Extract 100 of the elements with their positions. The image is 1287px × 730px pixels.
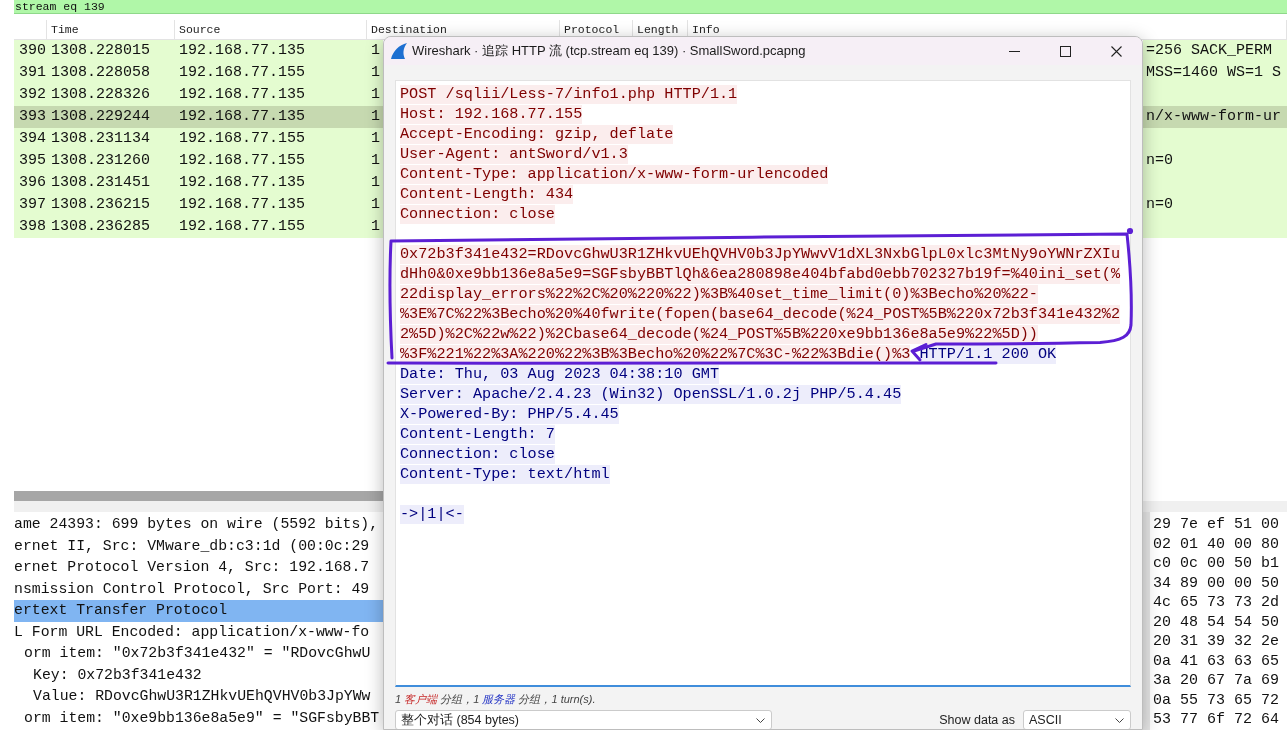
request-text: Accept-Encoding: gzip, deflate (400, 125, 674, 144)
request-text: 22display_errors%22%2C%20%220%22)%3B%40set_time_limit(0)%3Becho%20%22- (400, 285, 1038, 304)
packet-info: n=0 (1146, 194, 1173, 215)
hex-bytes: 02 01 40 00 80 (1153, 535, 1280, 553)
hex-bytes: 53 77 6f 72 64 (1153, 711, 1280, 728)
packet-number: 390 (19, 40, 46, 61)
destination-address: 1 (371, 195, 380, 213)
packet-info: =256 SACK_PERM (1146, 40, 1273, 61)
packet-time: 1308.228058 (51, 63, 151, 81)
request-text: %3E%7C%22%3Becho%20%40fwrite(fopen(base64_decode(%24_POST%5B%220x72b3f341e432%2 (400, 305, 1120, 324)
pane-splitter[interactable] (1143, 512, 1150, 730)
packet-row[interactable] (1143, 216, 1287, 238)
packet-row[interactable]: 395 1308.231260 192.168.77.155 1 (14, 150, 383, 172)
hex-bytes: c0 0c 00 50 b1 (1153, 555, 1280, 572)
packet-time: 1308.228015 (51, 41, 151, 59)
hex-bytes: 20 48 54 54 50 (1153, 613, 1280, 631)
packet-row[interactable]: 394 1308.231134 192.168.77.155 1 (14, 128, 383, 150)
response-text: ->|1|<- (400, 505, 464, 524)
show-data-as-label: Show data as (939, 711, 1015, 729)
packet-time: 1308.231134 (51, 129, 151, 147)
packet-row[interactable]: 393 1308.229244 192.168.77.135 1 (14, 106, 383, 128)
request-text: User-Agent: antSword/v1.3 (400, 145, 628, 164)
packet-row[interactable]: 391 1308.228058 192.168.77.155 1 (14, 62, 383, 84)
hex-bytes: 34 89 00 00 50 (1153, 574, 1280, 592)
packet-row[interactable]: 392 1308.228326 192.168.77.135 1 (14, 84, 383, 106)
hex-bytes: 0a 41 63 63 65 (1153, 652, 1280, 670)
packet-row[interactable]: =256 SACK_PERM (1143, 40, 1287, 62)
destination-address: 1 (371, 151, 380, 169)
packet-row[interactable]: n=0 (1143, 150, 1287, 172)
packet-row[interactable]: 396 1308.231451 192.168.77.135 1 (14, 172, 383, 194)
source-address: 192.168.77.135 (179, 107, 306, 125)
response-text: Content-Type: text/html (400, 465, 610, 484)
column-header[interactable]: Destination (371, 23, 447, 36)
packet-row[interactable] (1143, 128, 1287, 150)
response-text: Date: Thu, 03 Aug 2023 04:38:10 GMT (400, 365, 719, 384)
hex-bytes: 3a 20 67 7a 69 (1153, 672, 1280, 689)
source-address: 192.168.77.135 (179, 195, 306, 213)
tree-item[interactable]: ertext Transfer Protocol (14, 600, 383, 622)
column-header[interactable]: Info (692, 23, 720, 36)
packet-time: 1308.231451 (51, 173, 151, 191)
horizontal-scrollbar[interactable] (14, 490, 383, 501)
response-text: Server: Apache/2.4.23 (Win32) OpenSSL/1.0.2j PHP/5.4.45 (400, 385, 902, 404)
hex-bytes: 4c 65 73 73 2d (1153, 594, 1280, 611)
close-icon (1111, 45, 1122, 57)
request-text: 0x72b3f341e432=RDovcGhwU3R1ZHkvUEhQVHV0b3JpYWwvV1dXL3NxbGlpL0xlc3MtNy9oYWNrZXIu (400, 245, 1120, 264)
source-address: 192.168.77.155 (179, 129, 306, 147)
caret-icon (756, 717, 765, 723)
request-text: 2%5D)%2C%22w%22)%2Cbase64_decode(%24_POST%5B%220xe9bb136e8a5e9%22%5D)) (400, 325, 1038, 344)
maximize-icon (1060, 45, 1071, 57)
request-text: POST /sqlii/Less-7/info1.php HTTP/1.1 (400, 85, 738, 104)
packet-time: 1308.236215 (51, 195, 151, 213)
packet-row[interactable]: 390 1308.228015 192.168.77.135 1 (14, 40, 383, 62)
column-header[interactable]: Protocol (564, 23, 620, 36)
conversation-dropdown[interactable]: 整个对话 (854 bytes) (395, 710, 772, 729)
destination-address: 1 (371, 129, 380, 147)
hex-bytes: 0a 55 73 65 72 (1153, 691, 1280, 709)
packet-time: 1308.236285 (51, 217, 151, 235)
destination-address: 1 (371, 217, 380, 235)
request-text: Connection: close (400, 205, 555, 224)
packet-number: 397 (19, 194, 46, 215)
source-address: 192.168.77.155 (179, 151, 306, 169)
column-header[interactable]: Length (637, 23, 679, 36)
source-address: 192.168.77.135 (179, 173, 306, 191)
response-text: Content-Length: 7 (400, 425, 555, 444)
minimize-icon (1009, 50, 1020, 52)
column-header[interactable]: Source (179, 23, 221, 36)
hex-bytes: 20 31 39 32 2e (1153, 633, 1280, 650)
source-address: 192.168.77.155 (179, 63, 306, 81)
destination-address: 1 (371, 173, 380, 191)
destination-address: 1 (371, 41, 380, 59)
source-address: 192.168.77.155 (179, 217, 306, 235)
request-text: Host: 192.168.77.155 (400, 105, 583, 124)
response-text: Connection: close (400, 445, 555, 464)
packet-time: 1308.229244 (51, 107, 151, 125)
show-data-as-dropdown[interactable]: ASCII (1023, 710, 1131, 729)
hex-bytes: 29 7e ef 51 00 (1153, 516, 1280, 533)
source-address: 192.168.77.135 (179, 41, 306, 59)
window-title: Wireshark · 追踪 HTTP 流 (tcp.stream eq 139) · SmallSword.pcapng (412, 42, 806, 61)
packet-time: 1308.228326 (51, 85, 151, 103)
shark-fin-icon (391, 43, 407, 59)
packet-number: 395 (19, 150, 46, 171)
packet-number: 392 (19, 84, 46, 105)
packet-row[interactable]: n=0 (1143, 194, 1287, 216)
destination-address: 1 (371, 85, 380, 103)
destination-address: 1 (371, 107, 380, 125)
packet-row[interactable] (1143, 84, 1287, 106)
packet-row[interactable]: 397 1308.236215 192.168.77.135 1 (14, 194, 383, 216)
packet-info: n=0 (1146, 150, 1173, 171)
packet-time: 1308.231260 (51, 151, 151, 169)
response-text: X-Powered-By: PHP/5.4.45 (400, 405, 619, 424)
column-header[interactable]: Time (51, 23, 79, 36)
source-address: 192.168.77.135 (179, 85, 306, 103)
packet-number: 391 (19, 62, 46, 83)
response-text: HTTP/1.1 200 OK (919, 345, 1057, 364)
packet-row[interactable]: 398 1308.236285 192.168.77.155 1 (14, 216, 383, 238)
request-text: Content-Type: application/x-www-form-urlencoded (400, 165, 829, 184)
display-filter-field[interactable]: stream eq 139 (14, 0, 1287, 14)
caret-icon (1115, 717, 1124, 723)
packet-number: 394 (19, 128, 46, 149)
stream-summary: 1 客户端 分组，1 服务器 分组，1 turn(s). (395, 692, 597, 707)
